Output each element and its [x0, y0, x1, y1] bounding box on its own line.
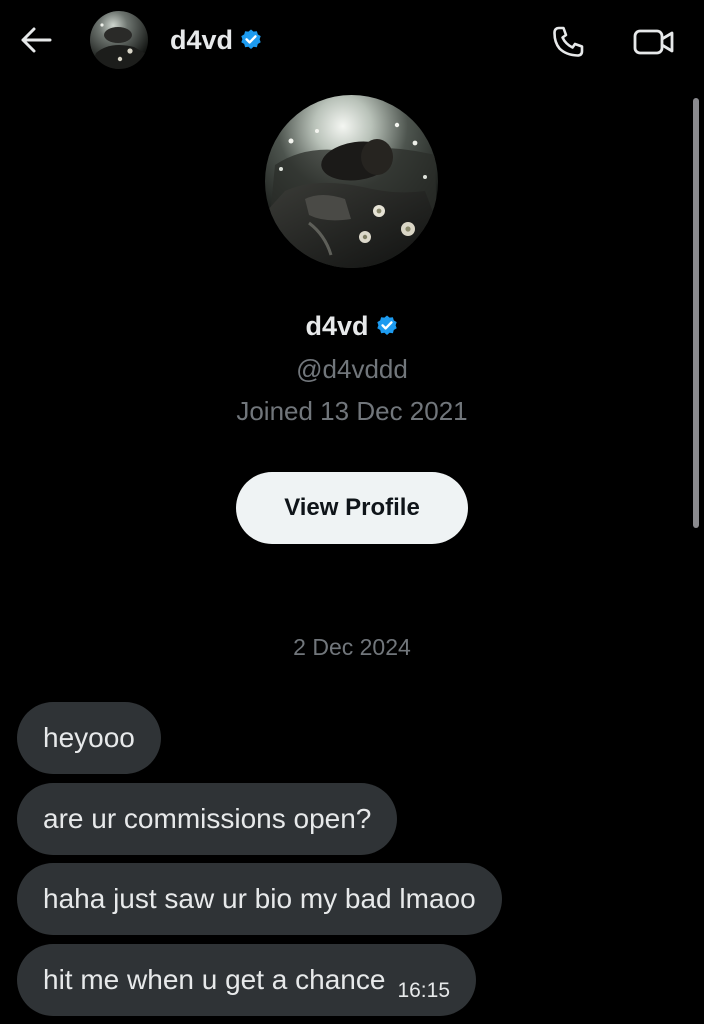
back-button[interactable] [18, 22, 54, 58]
avatar-image [90, 11, 148, 69]
profile-avatar[interactable] [265, 95, 438, 268]
verified-badge-icon [375, 314, 399, 338]
video-call-button[interactable] [630, 22, 678, 62]
message-text: haha just saw ur bio my bad lmaoo [43, 883, 476, 914]
header-display-name[interactable]: d4vd [170, 22, 263, 58]
header-name-text: d4vd [170, 25, 234, 55]
verified-badge-icon [239, 28, 263, 52]
message-text: heyooo [43, 722, 135, 753]
video-camera-icon [633, 29, 674, 55]
message-bubble[interactable]: hit me when u get a chance 16:15 [17, 944, 477, 1016]
message-timestamp: 16:15 [397, 979, 451, 1002]
profile-handle: @d4vddd [296, 354, 408, 384]
conversation-date: 2 Dec 2024 [293, 634, 411, 660]
phone-icon [553, 26, 584, 57]
message-bubble[interactable]: are ur commissions open? [17, 783, 398, 855]
arrow-left-icon [21, 27, 52, 53]
avatar-image [265, 95, 438, 268]
profile-display-name: d4vd [0, 308, 704, 344]
message-text: hit me when u get a chance [43, 964, 386, 995]
profile-joined-date: Joined 13 Dec 2021 [236, 396, 468, 426]
message-text: are ur commissions open? [43, 803, 372, 834]
message-bubble[interactable]: haha just saw ur bio my bad lmaoo [17, 863, 502, 935]
message-bubble[interactable]: heyooo [17, 702, 161, 774]
view-profile-button[interactable]: View Profile [236, 472, 468, 544]
conversation-header: d4vd [0, 0, 704, 84]
voice-call-button[interactable] [548, 22, 588, 62]
profile-name-text: d4vd [305, 311, 369, 341]
header-avatar[interactable] [90, 11, 148, 69]
